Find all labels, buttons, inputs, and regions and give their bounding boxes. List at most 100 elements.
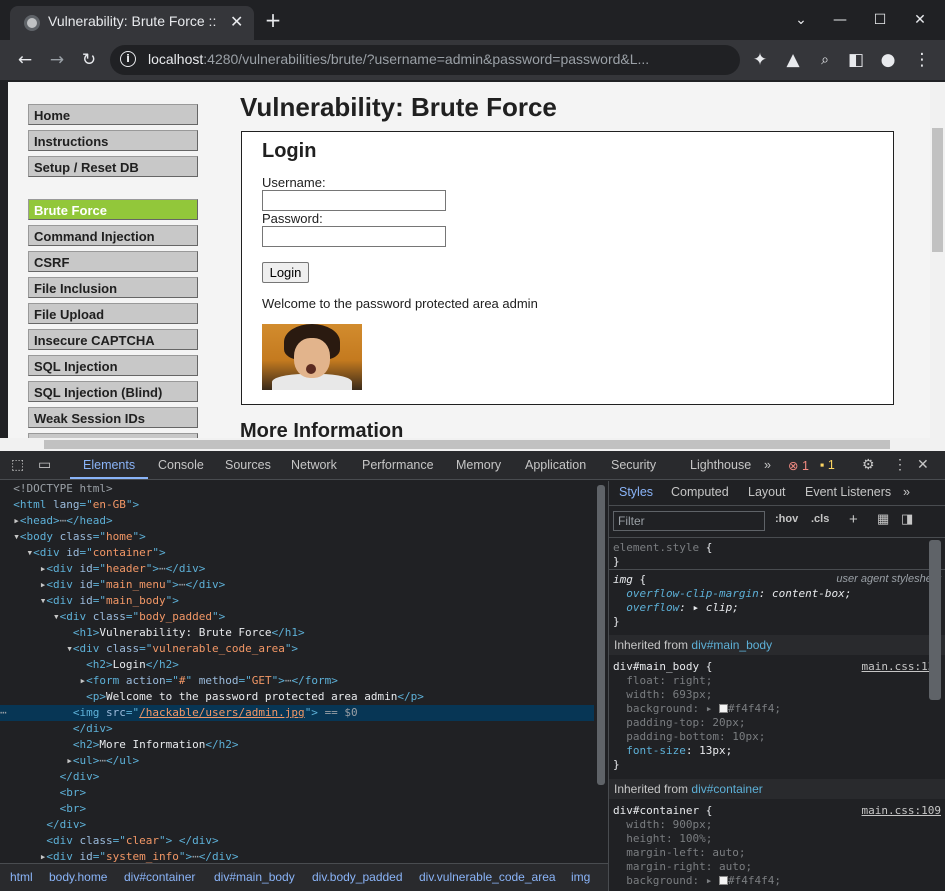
new-style-rule-icon[interactable]: + bbox=[849, 511, 858, 528]
dom-line[interactable]: ▾<body class="home"> bbox=[0, 529, 594, 545]
dom-line[interactable]: </div> bbox=[0, 769, 594, 785]
back-icon[interactable]: ← bbox=[15, 50, 35, 70]
more-tabs-icon[interactable]: » bbox=[764, 458, 771, 472]
login-button[interactable]: Login bbox=[262, 262, 309, 283]
tab-computed[interactable]: Computed bbox=[671, 485, 729, 499]
menu-item-sql-injection[interactable]: SQL Injection bbox=[28, 355, 198, 376]
maximize-icon[interactable]: ☐ bbox=[868, 8, 892, 32]
url-text[interactable]: localhost:4280/vulnerabilities/brute/?us… bbox=[148, 51, 649, 67]
toggle-sidebar-icon[interactable]: ◨ bbox=[901, 511, 913, 527]
breadcrumb-item[interactable]: body.home bbox=[49, 870, 107, 884]
styles-filter-input[interactable]: Filter bbox=[613, 511, 765, 531]
lab-flask-icon[interactable]: ▲ bbox=[783, 50, 803, 70]
more-style-tabs-icon[interactable]: » bbox=[903, 485, 910, 499]
dom-line[interactable]: <h1>Vulnerability: Brute Force</h1> bbox=[0, 625, 594, 641]
dom-line[interactable]: ▾<div id="main_body"> bbox=[0, 593, 594, 609]
dom-line[interactable]: ▸<form action="#" method="GET">⋯</form> bbox=[0, 673, 594, 689]
dom-line[interactable]: ▾<div id="container"> bbox=[0, 545, 594, 561]
warning-count-badge[interactable]: ▪ 1 bbox=[820, 458, 835, 472]
breadcrumb-item[interactable]: img bbox=[571, 870, 590, 884]
close-devtools-icon[interactable]: ✕ bbox=[917, 456, 929, 473]
tab-security[interactable]: Security bbox=[611, 458, 656, 472]
breadcrumb-item[interactable]: div.body_padded bbox=[312, 870, 403, 884]
dom-line[interactable]: <!DOCTYPE html> bbox=[0, 481, 594, 497]
dom-line[interactable]: ▸<div id="header">⋯</div> bbox=[0, 561, 594, 577]
dom-line[interactable]: ▸<div id="system_info">⋯</div> bbox=[0, 849, 594, 863]
cls-toggle[interactable]: .cls bbox=[811, 513, 829, 525]
new-tab-icon[interactable]: + bbox=[261, 8, 285, 32]
forward-icon[interactable]: → bbox=[47, 50, 67, 70]
tab-search-icon[interactable]: ⌄ bbox=[789, 8, 813, 32]
tab-network[interactable]: Network bbox=[291, 458, 337, 472]
page-vertical-scrollbar[interactable] bbox=[930, 82, 945, 438]
close-window-icon[interactable]: ✕ bbox=[908, 8, 932, 32]
tab-styles[interactable]: Styles bbox=[619, 485, 653, 499]
side-panel-icon[interactable]: ◧ bbox=[846, 50, 866, 70]
profile-icon[interactable]: ● bbox=[878, 50, 898, 70]
dom-line[interactable]: <p>Welcome to the password protected are… bbox=[0, 689, 594, 705]
username-input[interactable] bbox=[262, 190, 446, 211]
menu-item-file-inclusion[interactable]: File Inclusion bbox=[28, 277, 198, 298]
dom-line[interactable]: </div> bbox=[0, 721, 594, 737]
menu-item-brute-force[interactable]: Brute Force bbox=[28, 199, 198, 220]
dom-line[interactable]: <div class="clear"> </div> bbox=[0, 833, 594, 849]
menu-item-sql-injection-blind[interactable]: SQL Injection (Blind) bbox=[28, 381, 198, 402]
breadcrumb-item[interactable]: html bbox=[10, 870, 33, 884]
dom-line[interactable]: </div> bbox=[0, 817, 594, 833]
dom-line[interactable]: <h2>Login</h2> bbox=[0, 657, 594, 673]
breadcrumb-item[interactable]: div#main_body bbox=[214, 870, 295, 884]
tab-sources[interactable]: Sources bbox=[225, 458, 271, 472]
img-ua-rule[interactable]: img { overflow-clip-margin: content-box;… bbox=[613, 573, 851, 629]
site-info-icon[interactable]: i bbox=[120, 51, 136, 67]
extensions-icon[interactable]: ✦ bbox=[750, 50, 770, 70]
breadcrumb-item[interactable]: div#container bbox=[124, 870, 195, 884]
close-tab-icon[interactable]: ✕ bbox=[230, 12, 243, 31]
dom-line[interactable]: <br> bbox=[0, 801, 594, 817]
dom-line[interactable]: <br> bbox=[0, 785, 594, 801]
tab-layout[interactable]: Layout bbox=[748, 485, 786, 499]
minimize-icon[interactable]: — bbox=[828, 8, 852, 32]
page-horizontal-scrollbar[interactable] bbox=[0, 438, 945, 451]
dom-line[interactable]: ▾<div class="vulnerable_code_area"> bbox=[0, 641, 594, 657]
styles-scrollbar[interactable] bbox=[929, 540, 941, 700]
tab-lighthouse[interactable]: Lighthouse bbox=[690, 458, 751, 472]
dom-line-selected[interactable]: ⋯ <img src="/hackable/users/admin.jpg"> … bbox=[0, 705, 594, 721]
menu-item-command-injection[interactable]: Command Injection bbox=[28, 225, 198, 246]
menu-item-instructions[interactable]: Instructions bbox=[28, 130, 198, 151]
reload-icon[interactable]: ↻ bbox=[79, 50, 99, 70]
menu-item-file-upload[interactable]: File Upload bbox=[28, 303, 198, 324]
dom-line[interactable]: ▾<div class="body_padded"> bbox=[0, 609, 594, 625]
tab-event-listeners[interactable]: Event Listeners bbox=[805, 485, 891, 499]
tab-elements[interactable]: Elements bbox=[83, 458, 135, 472]
dom-line[interactable]: ▸<ul>⋯</ul> bbox=[0, 753, 594, 769]
main-body-rule[interactable]: div#main_body { float: right; width: 693… bbox=[613, 660, 781, 772]
tab-performance[interactable]: Performance bbox=[362, 458, 434, 472]
menu-item-home[interactable]: Home bbox=[28, 104, 198, 125]
devtools-menu-icon[interactable]: ⋮ bbox=[893, 456, 907, 473]
tab-memory[interactable]: Memory bbox=[456, 458, 501, 472]
tab-console[interactable]: Console bbox=[158, 458, 204, 472]
search-icon[interactable]: ⌕ bbox=[815, 50, 835, 70]
tab-application[interactable]: Application bbox=[525, 458, 586, 472]
menu-item-csrf[interactable]: CSRF bbox=[28, 251, 198, 272]
device-toolbar-icon[interactable]: ▭ bbox=[38, 456, 51, 473]
dom-line[interactable]: ▸<div id="main_menu">⋯</div> bbox=[0, 577, 594, 593]
container-rule[interactable]: div#container { width: 900px; height: 10… bbox=[613, 804, 781, 888]
elements-scrollbar[interactable] bbox=[594, 481, 608, 863]
settings-gear-icon[interactable]: ⚙ bbox=[862, 456, 875, 473]
password-input[interactable] bbox=[262, 226, 446, 247]
menu-item-weak-session-ids[interactable]: Weak Session IDs bbox=[28, 407, 198, 428]
dom-line[interactable]: ▸<head>⋯</head> bbox=[0, 513, 594, 529]
address-bar[interactable]: i localhost:4280/vulnerabilities/brute/?… bbox=[110, 45, 740, 75]
menu-item-setup[interactable]: Setup / Reset DB bbox=[28, 156, 198, 177]
paint-icon[interactable]: ▦ bbox=[877, 511, 889, 527]
dom-line[interactable]: <html lang="en-GB"> bbox=[0, 497, 594, 513]
error-count-badge[interactable]: ⊗ 1 bbox=[788, 458, 809, 473]
hov-toggle[interactable]: :hov bbox=[775, 513, 798, 525]
element-style-rule[interactable]: element.style { } bbox=[613, 541, 712, 569]
main-css-109-link[interactable]: main.css:109 bbox=[862, 804, 941, 817]
menu-item-insecure-captcha[interactable]: Insecure CAPTCHA bbox=[28, 329, 198, 350]
breadcrumb-item[interactable]: div.vulnerable_code_area bbox=[419, 870, 556, 884]
browser-tab[interactable]: Vulnerability: Brute Force :: Damn Vulne… bbox=[10, 6, 254, 40]
menu-kebab-icon[interactable]: ⋮ bbox=[912, 50, 932, 70]
